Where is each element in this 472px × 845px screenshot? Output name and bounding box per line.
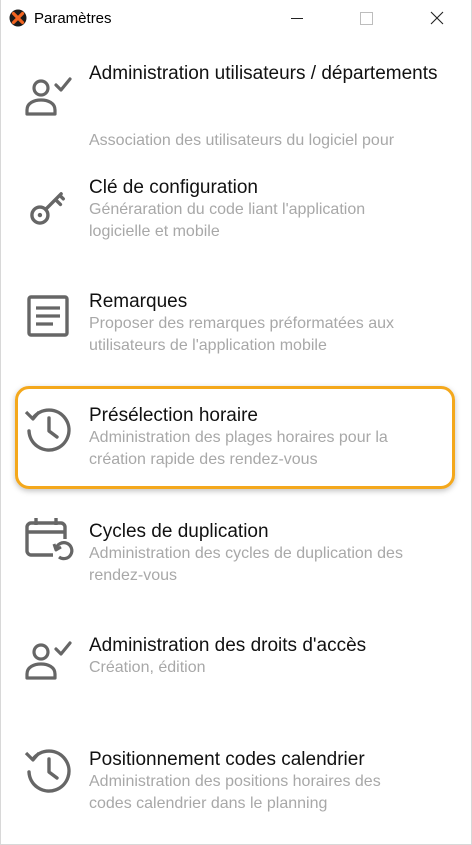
- minimize-button[interactable]: [279, 0, 325, 36]
- item-description: Association des utilisateurs du logiciel…: [89, 132, 395, 149]
- settings-item-calendar-codes[interactable]: Positionnement codes calendrier Administ…: [1, 748, 471, 845]
- item-title: Présélection horaire: [89, 405, 258, 426]
- settings-item-duplication-cycles[interactable]: Cycles de duplication Administration des…: [1, 518, 471, 632]
- item-description: Administration des cycles de duplication…: [89, 545, 403, 584]
- item-description: Administration des positions horaires de…: [89, 773, 381, 812]
- item-title: Remarques: [89, 291, 188, 312]
- settings-item-access-rights[interactable]: Administration des droits d'accès Créati…: [1, 634, 471, 746]
- history-clock-icon: [23, 745, 75, 797]
- user-check-icon: [23, 634, 75, 686]
- item-title: Clé de configuration: [89, 177, 258, 198]
- maximize-button[interactable]: [343, 0, 389, 36]
- item-description: Création, édition: [89, 659, 206, 676]
- document-icon: [23, 291, 75, 343]
- minimize-icon: [291, 18, 303, 19]
- calendar-sync-icon: [23, 515, 75, 567]
- item-description: Proposer des remarques préformatées aux …: [89, 315, 395, 354]
- item-title: Cycles de duplication: [89, 521, 269, 542]
- settings-item-users-departments[interactable]: Administration utilisateurs / départemen…: [1, 58, 471, 170]
- item-title: Administration utilisateurs / départemen…: [89, 63, 438, 84]
- window-title: Paramètres: [34, 10, 112, 27]
- settings-window: Paramètres Administration utilisateurs /…: [0, 0, 472, 845]
- app-logo-icon: [9, 9, 27, 27]
- close-button[interactable]: [413, 0, 459, 36]
- item-title: Administration des droits d'accès: [89, 635, 367, 656]
- maximize-icon: [360, 12, 373, 25]
- key-icon: [23, 182, 75, 234]
- settings-item-remarks[interactable]: Remarques Proposer des remarques préform…: [1, 290, 471, 402]
- settings-item-configuration-key[interactable]: Clé de configuration Généraration du cod…: [1, 176, 471, 288]
- history-clock-icon: [23, 404, 75, 456]
- item-title: Positionnement codes calendrier: [89, 749, 365, 770]
- close-icon: [430, 11, 444, 25]
- settings-item-time-preselection[interactable]: Présélection horaire Administration des …: [1, 404, 471, 516]
- item-description: Administration des plages horaires pour …: [89, 429, 388, 468]
- user-check-icon: [23, 70, 75, 122]
- item-description: Généraration du code liant l'application…: [89, 201, 366, 240]
- title-bar[interactable]: Paramètres: [1, 0, 471, 38]
